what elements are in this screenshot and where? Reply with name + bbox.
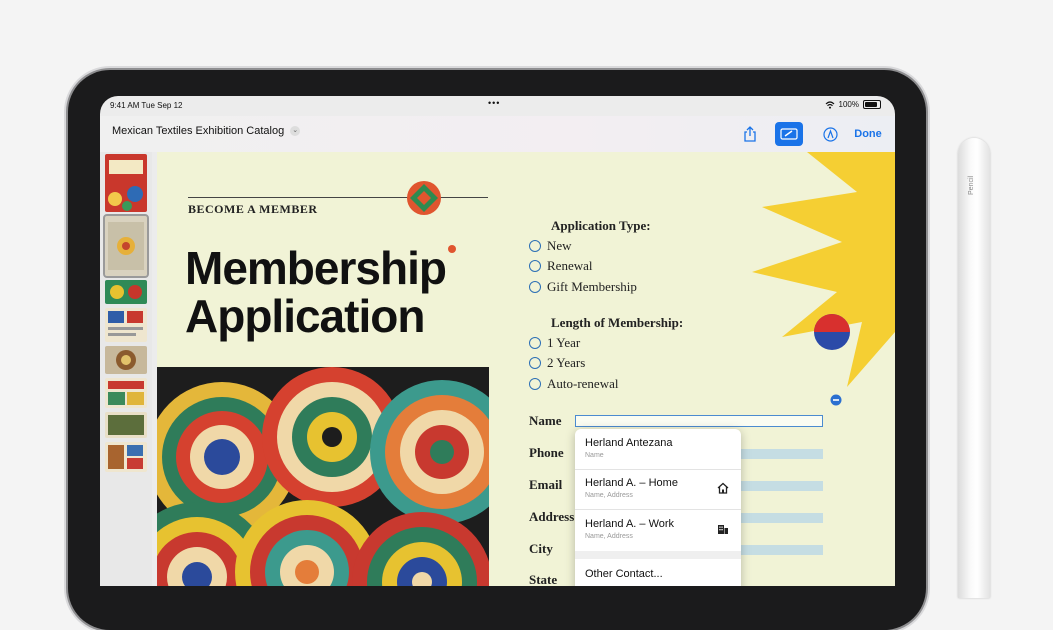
page-thumbnail[interactable]	[105, 378, 147, 408]
pencil-label: Pencil	[968, 175, 975, 195]
radio-button[interactable]	[529, 281, 541, 293]
field-handle-icon[interactable]	[830, 394, 842, 406]
radio-button[interactable]	[529, 357, 541, 369]
battery-percent: 100%	[838, 100, 859, 109]
autofill-item-name[interactable]: Herland Antezana Name	[575, 429, 741, 470]
phone-label: Phone	[529, 445, 564, 460]
autofill-item-title: Herland A. – Home	[585, 477, 678, 489]
status-bar: 9:41 AM Tue Sep 12 ••• 100%	[100, 96, 895, 116]
page-thumbnail[interactable]	[105, 346, 147, 374]
title-line-2: Application	[185, 290, 425, 342]
autofill-item-work[interactable]: Herland A. – Work Name, Address	[575, 509, 741, 552]
share-button[interactable]	[740, 122, 760, 146]
address-label: Address	[529, 509, 575, 524]
radio-option-auto-renewal[interactable]: Auto-renewal	[529, 376, 618, 392]
battery-icon	[863, 100, 881, 109]
pdf-page: BECOME A MEMBER Membership Application A…	[157, 152, 895, 586]
autofill-item-home[interactable]: Herland A. – Home Name, Address	[575, 469, 741, 510]
page-title: Membership Application	[185, 242, 447, 342]
status-time: 9:41 AM Tue Sep 12	[110, 101, 183, 110]
title-dot	[448, 245, 456, 253]
radio-label: 2 Years	[547, 355, 586, 370]
autofill-item-title: Herland Antezana	[585, 437, 673, 449]
title-line-1: Membership	[185, 242, 447, 294]
radio-option-1-year[interactable]: 1 Year	[529, 335, 580, 351]
length-heading: Length of Membership:	[551, 315, 684, 330]
radio-option-new[interactable]: New	[529, 238, 572, 254]
become-member-kicker: BECOME A MEMBER	[188, 202, 318, 216]
radio-button[interactable]	[529, 240, 541, 252]
radio-button[interactable]	[529, 337, 541, 349]
diamond-ornament	[407, 181, 441, 215]
radio-option-renewal[interactable]: Renewal	[529, 258, 592, 274]
name-label: Name	[529, 413, 562, 428]
page-thumbnail-sidebar	[100, 152, 152, 586]
radio-button[interactable]	[529, 260, 541, 272]
multitasking-dots[interactable]: •••	[488, 98, 500, 108]
radio-option-gift[interactable]: Gift Membership	[529, 279, 637, 295]
ipad-screen: 9:41 AM Tue Sep 12 ••• 100% Mexican Text…	[100, 96, 895, 586]
application-type-heading: Application Type:	[551, 218, 651, 233]
autofill-item-subtitle: Name, Address	[585, 492, 633, 499]
autofill-item-title: Herland A. – Work	[585, 518, 675, 530]
menu-separator	[575, 551, 741, 559]
autofill-item-subtitle: Name	[585, 452, 604, 459]
document-toolbar: Mexican Textiles Exhibition Catalog ⌄ Do…	[100, 116, 895, 152]
page-thumbnail[interactable]	[105, 154, 147, 212]
radio-label: 1 Year	[547, 335, 581, 350]
markup-icon	[780, 128, 798, 140]
header-rule	[188, 197, 488, 198]
page-thumbnail[interactable]	[105, 442, 147, 472]
page-thumbnail[interactable]	[103, 214, 149, 278]
textile-artwork	[157, 367, 489, 586]
chevron-down-icon[interactable]: ⌄	[290, 126, 301, 136]
state-label: State	[529, 572, 558, 586]
page-thumbnail[interactable]	[105, 308, 147, 342]
circle-emblem	[814, 314, 850, 350]
radio-option-2-years[interactable]: 2 Years	[529, 355, 585, 371]
page-thumbnail[interactable]	[105, 412, 147, 438]
radio-label: Renewal	[547, 258, 593, 273]
building-icon	[718, 525, 728, 534]
status-right: 100%	[825, 100, 881, 109]
city-label: City	[529, 541, 553, 556]
apple-pencil	[958, 138, 990, 598]
document-title[interactable]: Mexican Textiles Exhibition Catalog ⌄	[112, 125, 301, 137]
page-thumbnail[interactable]	[105, 280, 147, 304]
radio-label: New	[547, 238, 572, 253]
autofill-item-subtitle: Name, Address	[585, 533, 633, 540]
autofill-other-contact[interactable]: Other Contact...	[575, 559, 741, 586]
document-title-text: Mexican Textiles Exhibition Catalog	[112, 125, 285, 137]
radio-button[interactable]	[529, 378, 541, 390]
autofill-item-title: Other Contact...	[585, 568, 663, 580]
markup-button[interactable]	[775, 122, 803, 146]
email-label: Email	[529, 477, 563, 492]
pen-tip-icon	[822, 126, 838, 142]
done-button[interactable]: Done	[850, 122, 886, 146]
share-icon	[744, 126, 756, 142]
house-icon	[717, 482, 729, 494]
radio-label: Auto-renewal	[547, 376, 619, 391]
wifi-icon	[825, 100, 834, 109]
pen-tool-button[interactable]	[820, 122, 840, 146]
radio-label: Gift Membership	[547, 279, 637, 294]
autofill-menu: Herland Antezana Name Herland A. – Home …	[575, 429, 741, 586]
sun-shape	[752, 152, 895, 387]
name-field[interactable]	[575, 415, 823, 427]
